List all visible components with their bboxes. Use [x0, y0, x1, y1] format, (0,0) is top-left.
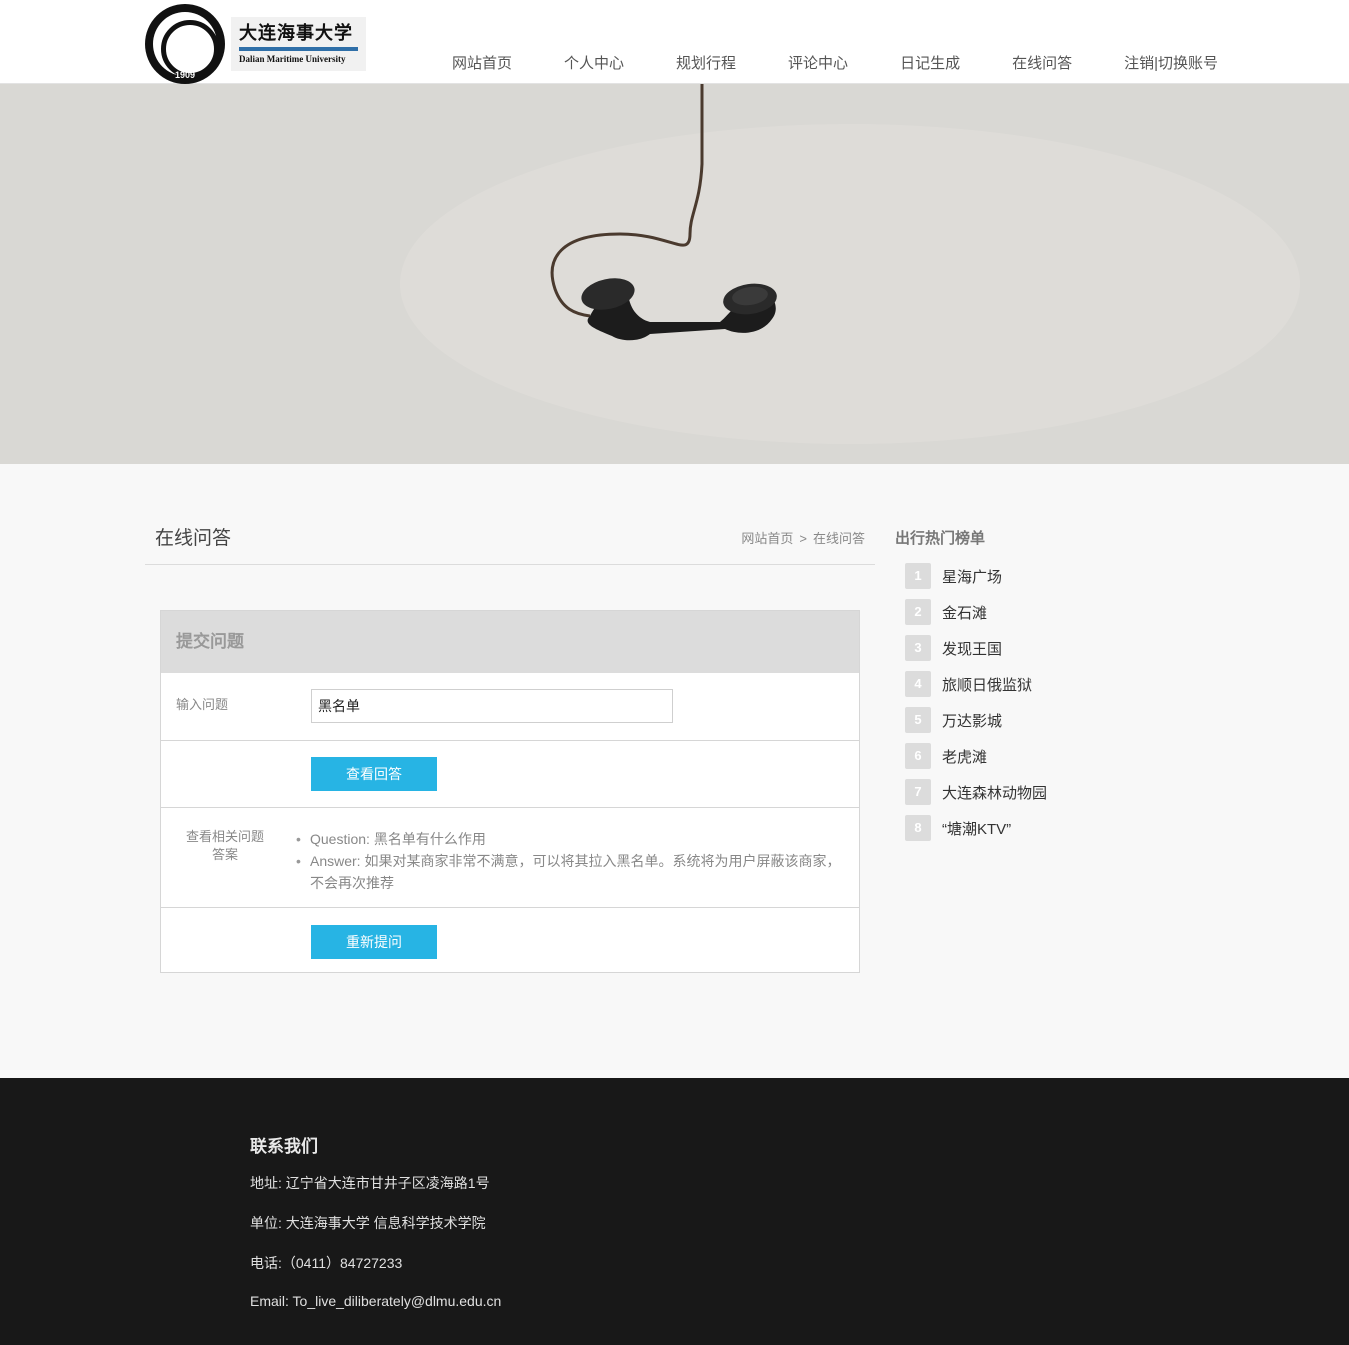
- hot-list-title: 出行热门榜单: [895, 530, 986, 547]
- hot-list-item[interactable]: 5 万达影城: [905, 702, 1047, 738]
- nav-comments[interactable]: 评论中心: [788, 52, 848, 73]
- question-text: Question: 黑名单有什么作用: [296, 828, 841, 850]
- rank-name: 星海广场: [942, 568, 1003, 586]
- answer-list: Question: 黑名单有什么作用 Answer: 如果对某商家非常不满意，可…: [296, 828, 841, 894]
- page-title: 在线问答: [155, 528, 232, 549]
- nav-diary[interactable]: 日记生成: [900, 52, 960, 73]
- hot-list: 1 星海广场 2 金石滩 3 发现王国 4 旅顺日俄监狱 5 万达影城 6 老虎滩 7 大连森…: [905, 558, 1047, 846]
- question-row: 输入问题: [161, 673, 859, 740]
- rank-name: 大连森林动物园: [942, 784, 1048, 802]
- hot-list-item[interactable]: 7 大连森林动物园: [905, 774, 1047, 810]
- breadcrumb-home[interactable]: 网站首页: [741, 531, 793, 546]
- nav-home[interactable]: 网站首页: [452, 52, 512, 73]
- rank-badge: 7: [905, 779, 931, 805]
- question-label: 输入问题: [176, 697, 229, 712]
- brand-name-cn: 大连海事大学: [239, 23, 353, 44]
- question-panel: 提交问题 输入问题 查看回答 查看相关问题 答案 Question: 黑名单有什…: [160, 610, 860, 973]
- contact-phone: 电话:（0411）84727233: [250, 1255, 403, 1271]
- breadcrumb-separator: >: [799, 531, 807, 546]
- breadcrumb-current: 在线问答: [812, 531, 865, 546]
- rank-badge: 4: [905, 671, 931, 697]
- contact-unit: 单位: 大连海事大学 信息科学技术学院: [250, 1215, 486, 1231]
- related-label: 查看相关问题 答案: [175, 828, 275, 864]
- nav-profile[interactable]: 个人中心: [564, 52, 624, 73]
- telephone-receiver-icon: [550, 84, 777, 341]
- hot-list-item[interactable]: 4 旅顺日俄监狱: [905, 666, 1047, 702]
- site-header: 1909 大连海事大学 Dalian Maritime University 网…: [0, 0, 1349, 84]
- nav-qa[interactable]: 在线问答: [1012, 52, 1072, 73]
- rank-name: 金石滩: [942, 604, 988, 622]
- rank-badge: 8: [905, 815, 931, 841]
- reask-button[interactable]: 重新提问: [311, 925, 437, 959]
- title-divider: [145, 564, 875, 565]
- reask-row: 重新提问: [161, 907, 859, 973]
- panel-heading: 提交问题: [161, 611, 859, 673]
- university-seal-icon: 1909: [145, 4, 225, 84]
- rank-name: “塘潮KTV”: [942, 820, 1012, 838]
- brand-divider: [239, 47, 358, 51]
- hero-banner: [0, 84, 1349, 464]
- hot-list-item[interactable]: 2 金石滩: [905, 594, 1047, 630]
- rank-name: 发现王国: [942, 640, 1003, 658]
- hot-list-item[interactable]: 8 “塘潮KTV”: [905, 810, 1047, 846]
- contact-title: 联系我们: [250, 1137, 318, 1156]
- contact-address: 地址: 辽宁省大连市甘井子区凌海路1号: [250, 1175, 490, 1191]
- logo[interactable]: 1909 大连海事大学 Dalian Maritime University: [145, 4, 366, 84]
- nav-plan-trip[interactable]: 规划行程: [676, 52, 736, 73]
- contact-email: Email: To_live_diliberately@dlmu.edu.cn: [250, 1293, 502, 1309]
- breadcrumb: 网站首页 > 在线问答: [741, 528, 865, 547]
- rank-badge: 5: [905, 707, 931, 733]
- rank-badge: 3: [905, 635, 931, 661]
- question-input[interactable]: [311, 689, 673, 723]
- rank-name: 万达影城: [942, 712, 1003, 730]
- rank-name: 老虎滩: [942, 748, 988, 766]
- main-nav: 网站首页 个人中心 规划行程 评论中心 日记生成 在线问答 注销|切换账号: [452, 52, 1218, 73]
- related-label-line1: 查看相关问题: [185, 829, 264, 844]
- view-answer-row: 查看回答: [161, 740, 859, 807]
- seal-year: 1909: [174, 70, 196, 80]
- hot-list-item[interactable]: 3 发现王国: [905, 630, 1047, 666]
- rank-badge: 2: [905, 599, 931, 625]
- rank-badge: 1: [905, 563, 931, 589]
- brand-wordmark: 大连海事大学 Dalian Maritime University: [231, 17, 366, 71]
- hot-list-item[interactable]: 1 星海广场: [905, 558, 1047, 594]
- related-answer-row: 查看相关问题 答案 Question: 黑名单有什么作用 Answer: 如果对…: [161, 807, 859, 907]
- brand-name-en: Dalian Maritime University: [239, 54, 346, 64]
- rank-badge: 6: [905, 743, 931, 769]
- rank-name: 旅顺日俄监狱: [942, 676, 1033, 694]
- nav-logout[interactable]: 注销|切换账号: [1124, 52, 1218, 73]
- answer-text: Answer: 如果对某商家非常不满意，可以将其拉入黑名单。系统将为用户屏蔽该商…: [296, 850, 841, 894]
- site-footer: 联系我们 地址: 辽宁省大连市甘井子区凌海路1号 单位: 大连海事大学 信息科学…: [0, 1078, 1349, 1345]
- hot-list-item[interactable]: 6 老虎滩: [905, 738, 1047, 774]
- view-answer-button[interactable]: 查看回答: [311, 757, 437, 791]
- related-label-line2: 答案: [211, 847, 238, 862]
